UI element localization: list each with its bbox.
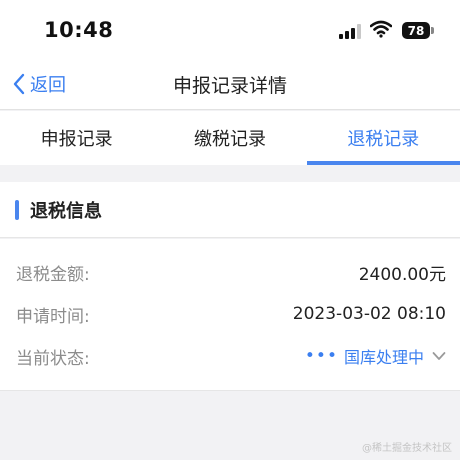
tab-declaration-records[interactable]: 申报记录 bbox=[0, 111, 153, 165]
section-accent-bar bbox=[15, 200, 19, 220]
nav-bar: 申报记录详情 返回 bbox=[0, 58, 460, 110]
status-dropdown[interactable]: ••• 国库处理中 bbox=[305, 344, 446, 368]
status-label: 当前状态: bbox=[16, 348, 90, 369]
chevron-down-icon bbox=[432, 352, 446, 360]
battery-cap bbox=[431, 27, 434, 34]
detail-row-time: 申请时间: 2023-03-02 08:10 bbox=[16, 299, 446, 329]
wifi-icon bbox=[370, 20, 392, 38]
signal-icon bbox=[339, 24, 363, 39]
amount-label: 退税金额: bbox=[16, 264, 90, 285]
back-label: 返回 bbox=[30, 75, 66, 96]
watermark: @稀土掘金技术社区 bbox=[362, 443, 452, 454]
status-value: 国库处理中 bbox=[343, 348, 424, 367]
back-chevron-icon bbox=[13, 73, 25, 95]
battery-icon: 78 bbox=[402, 22, 430, 39]
detail-row-status: 当前状态: ••• 国库处理中 bbox=[16, 341, 446, 371]
refund-details: 退税金额: 2400.00元 申请时间: 2023-03-02 08:10 当前… bbox=[0, 239, 460, 391]
amount-value: 2400.00元 bbox=[358, 264, 446, 285]
tab-payment-records[interactable]: 缴税记录 bbox=[153, 111, 306, 165]
section-header: 退税信息 bbox=[0, 182, 460, 238]
page-title: 申报记录详情 bbox=[172, 74, 287, 97]
screen: 10:48 78 申报记录详情 返回 申报记录 缴税记录 退税记录 退税信息 退… bbox=[0, 0, 460, 460]
back-button[interactable]: 返回 bbox=[12, 58, 66, 110]
time-label: 申请时间: bbox=[16, 306, 90, 327]
time-value: 2023-03-02 08:10 bbox=[292, 304, 446, 324]
status-dots: ••• bbox=[304, 346, 338, 366]
status-bar: 10:48 78 bbox=[0, 0, 460, 58]
battery-level: 78 bbox=[407, 23, 425, 38]
status-time: 10:48 bbox=[44, 18, 114, 42]
section-title: 退税信息 bbox=[30, 201, 102, 222]
tab-refund-records[interactable]: 退税记录 bbox=[306, 111, 460, 165]
tab-bar: 申报记录 缴税记录 退税记录 bbox=[0, 111, 460, 165]
detail-row-amount: 退税金额: 2400.00元 bbox=[16, 257, 446, 287]
